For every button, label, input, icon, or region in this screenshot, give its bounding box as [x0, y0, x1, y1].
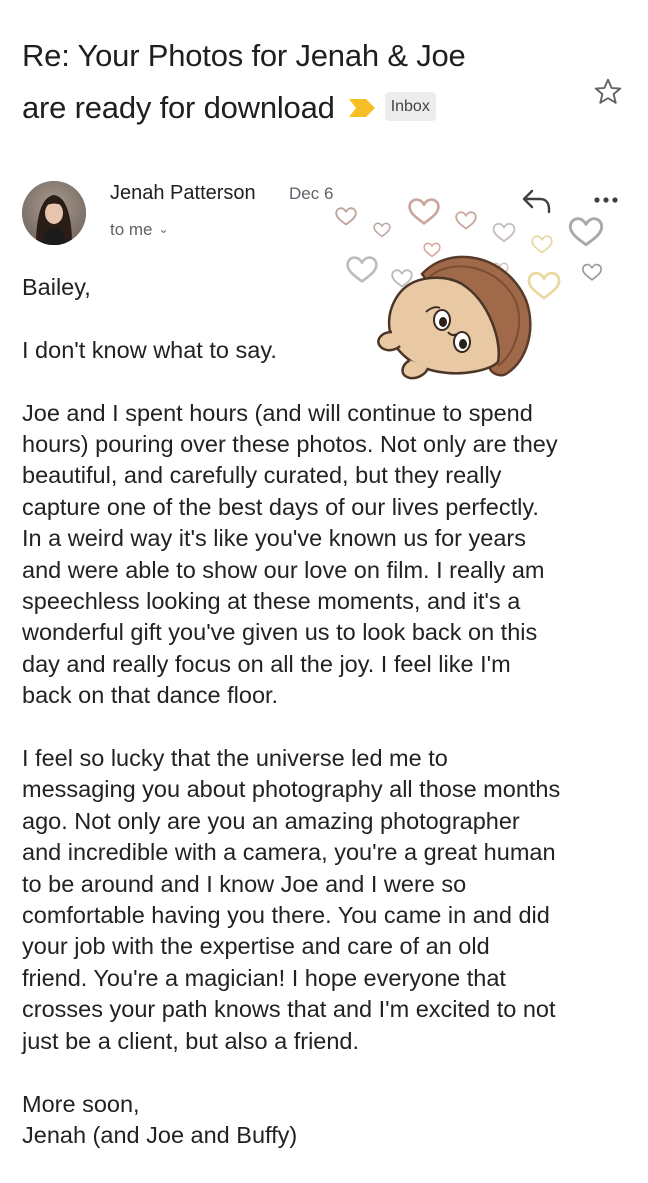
subject-line-1: Re: Your Photos for Jenah & Joe [22, 38, 466, 73]
text-line: crosses your path knows that and I'm exc… [22, 996, 556, 1023]
recipients-toggle[interactable]: to me ⌄ [110, 218, 169, 241]
email-subject: Re: Your Photos for Jenah & Joe are read… [22, 30, 582, 134]
text-line: just be a client, but also a friend. [22, 1027, 360, 1054]
text-line: Joe and I spent hours (and will continue… [22, 399, 533, 426]
inbox-label-chip[interactable]: Inbox [384, 92, 436, 122]
greeting: Bailey, [22, 274, 91, 300]
text-line: wonderful gift you've given us to look b… [22, 619, 538, 646]
text-line: More soon, [22, 1090, 140, 1117]
star-icon[interactable] [592, 76, 624, 108]
text-line: capture one of the best days of our live… [22, 493, 539, 520]
subject-line-2-text: are ready for download [22, 90, 335, 125]
recipients-text: to me [110, 220, 153, 239]
text-line: beautiful, and carefully curated, but th… [22, 462, 502, 489]
closing: More soon, Jenah (and Joe and Buffy) [22, 1089, 634, 1152]
text-line: your job with the expertise and care of … [22, 933, 490, 960]
text-line: Jenah (and Joe and Buffy) [22, 1121, 298, 1148]
sender-avatar[interactable] [22, 181, 86, 245]
email-body: Bailey, I don't know what to say. Joe an… [22, 272, 634, 1183]
importance-marker-icon[interactable] [348, 81, 375, 133]
subject-line-2: are ready for download Inbox [22, 82, 582, 134]
body-paragraph-2: Joe and I spent hours (and will continue… [22, 398, 634, 712]
text-line: and incredible with a camera, you're a g… [22, 839, 556, 866]
text-line: I feel so lucky that the universe led me… [22, 745, 448, 772]
text-line: messaging you about photography all thos… [22, 776, 561, 803]
text-line: to be around and I know Joe and I were s… [22, 870, 467, 897]
text-line: friend. You're a magician! I hope everyo… [22, 964, 506, 991]
text-line: speechless looking at these moments, and… [22, 588, 521, 615]
body-paragraph-1: I don't know what to say. [22, 336, 277, 363]
text-line: day and really focus on all the joy. I f… [22, 650, 511, 677]
sender-name[interactable]: Jenah Patterson [110, 181, 256, 205]
text-line: comfortable having you there. You came i… [22, 902, 550, 929]
text-line: back on that dance floor. [22, 682, 279, 709]
text-line: In a weird way it's like you've known us… [22, 525, 526, 552]
sent-date: Dec 6 [289, 184, 334, 203]
body-paragraph-3: I feel so lucky that the universe led me… [22, 743, 634, 1057]
text-line: and were able to show our love on film. … [22, 556, 545, 583]
chevron-down-icon: ⌄ [158, 222, 169, 236]
text-line: hours) pouring over these photos. Not on… [22, 431, 558, 457]
text-line: ago. Not only are you an amazing photogr… [22, 807, 520, 834]
